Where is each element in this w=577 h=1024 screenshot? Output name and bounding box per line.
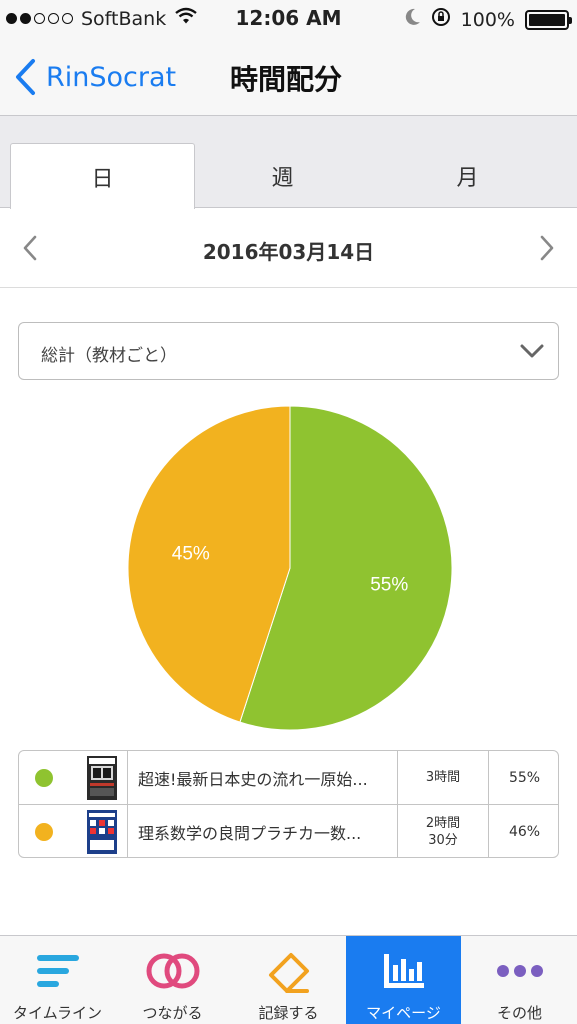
period-tabs: 日 週 月 xyxy=(0,116,577,209)
moon-icon xyxy=(405,8,421,31)
tabbar-label: 記録する xyxy=(258,1004,319,1022)
chevron-down-icon xyxy=(520,343,544,363)
rotation-lock-icon xyxy=(431,7,451,32)
study-time: 3時間 xyxy=(397,751,488,804)
chevron-right-icon xyxy=(540,235,554,261)
tabbar-item-timeline[interactable]: タイムライン xyxy=(0,936,115,1024)
bottom-tab-bar: タイムライン つながる 記録する マイページ その他 xyxy=(0,935,577,1024)
timeline-icon xyxy=(35,950,81,992)
book-cover-thumbnail xyxy=(69,751,135,804)
tab-week-label: 週 xyxy=(271,165,294,191)
tabbar-item-mypage[interactable]: マイページ xyxy=(346,936,461,1024)
material-title: 理系数学の良問プラチカ一数... xyxy=(127,805,397,857)
book-cover-thumbnail xyxy=(69,805,135,857)
material-title: 超速!最新日本史の流れ一原始... xyxy=(127,751,397,804)
pie-chart-svg: 55% 45% xyxy=(127,405,453,731)
tabbar-label: その他 xyxy=(496,1004,542,1022)
tab-day-label: 日 xyxy=(91,166,114,192)
date-navigator: 2016年03月14日 xyxy=(0,208,577,288)
table-row[interactable]: 理系数学の良問プラチカ一数... 2時間 30分 46% xyxy=(19,804,558,857)
battery-percent: 100% xyxy=(460,8,515,31)
series-color-dot xyxy=(35,769,53,787)
tabbar-item-more[interactable]: その他 xyxy=(462,936,577,1024)
page-title: 時間配分 xyxy=(230,63,343,96)
connect-rings-icon xyxy=(143,950,203,992)
tabbar-item-connect[interactable]: つながる xyxy=(115,936,230,1024)
tab-month-label: 月 xyxy=(456,165,479,191)
pie-slice-label-0: 55% xyxy=(370,575,408,596)
back-button-label: RinSocrat xyxy=(46,61,177,93)
material-breakdown-table: 超速!最新日本史の流れ一原始... 3時間 55% 理系数学の良問プラチカ一数.… xyxy=(18,750,559,858)
study-percent: 46% xyxy=(488,805,558,857)
tab-month[interactable]: 月 xyxy=(380,143,555,208)
study-percent: 55% xyxy=(488,751,558,804)
chevron-left-icon xyxy=(16,59,35,95)
status-right: 100% xyxy=(405,7,572,32)
tabbar-label: タイムライン xyxy=(13,1004,102,1022)
tabbar-label: つながる xyxy=(142,1004,203,1022)
pie-slice-label-1: 45% xyxy=(172,543,210,564)
navigation-bar: RinSocrat 時間配分 xyxy=(0,40,577,116)
more-dots-icon xyxy=(496,950,544,992)
summary-type-select[interactable]: 総計（教材ごと） xyxy=(18,322,559,380)
status-bar: SoftBank 12:06 AM 100% xyxy=(0,0,577,40)
tab-week[interactable]: 週 xyxy=(195,143,370,208)
time-distribution-pie-chart: 55% 45% xyxy=(120,398,460,738)
tabbar-item-record[interactable]: 記録する xyxy=(231,936,346,1024)
battery-icon xyxy=(525,9,572,30)
back-button[interactable]: RinSocrat xyxy=(14,58,176,96)
study-time: 2時間 30分 xyxy=(397,805,488,857)
tab-day[interactable]: 日 xyxy=(10,143,195,209)
next-date-button[interactable] xyxy=(539,235,555,265)
tabbar-label: マイページ xyxy=(366,1004,441,1022)
table-row[interactable]: 超速!最新日本史の流れ一原始... 3時間 55% xyxy=(19,751,558,804)
select-value: 総計（教材ごと） xyxy=(41,346,177,366)
current-date: 2016年03月14日 xyxy=(202,240,375,264)
record-pencil-icon xyxy=(265,950,313,993)
series-color-dot xyxy=(35,823,53,841)
chart-bars-icon xyxy=(381,950,427,992)
